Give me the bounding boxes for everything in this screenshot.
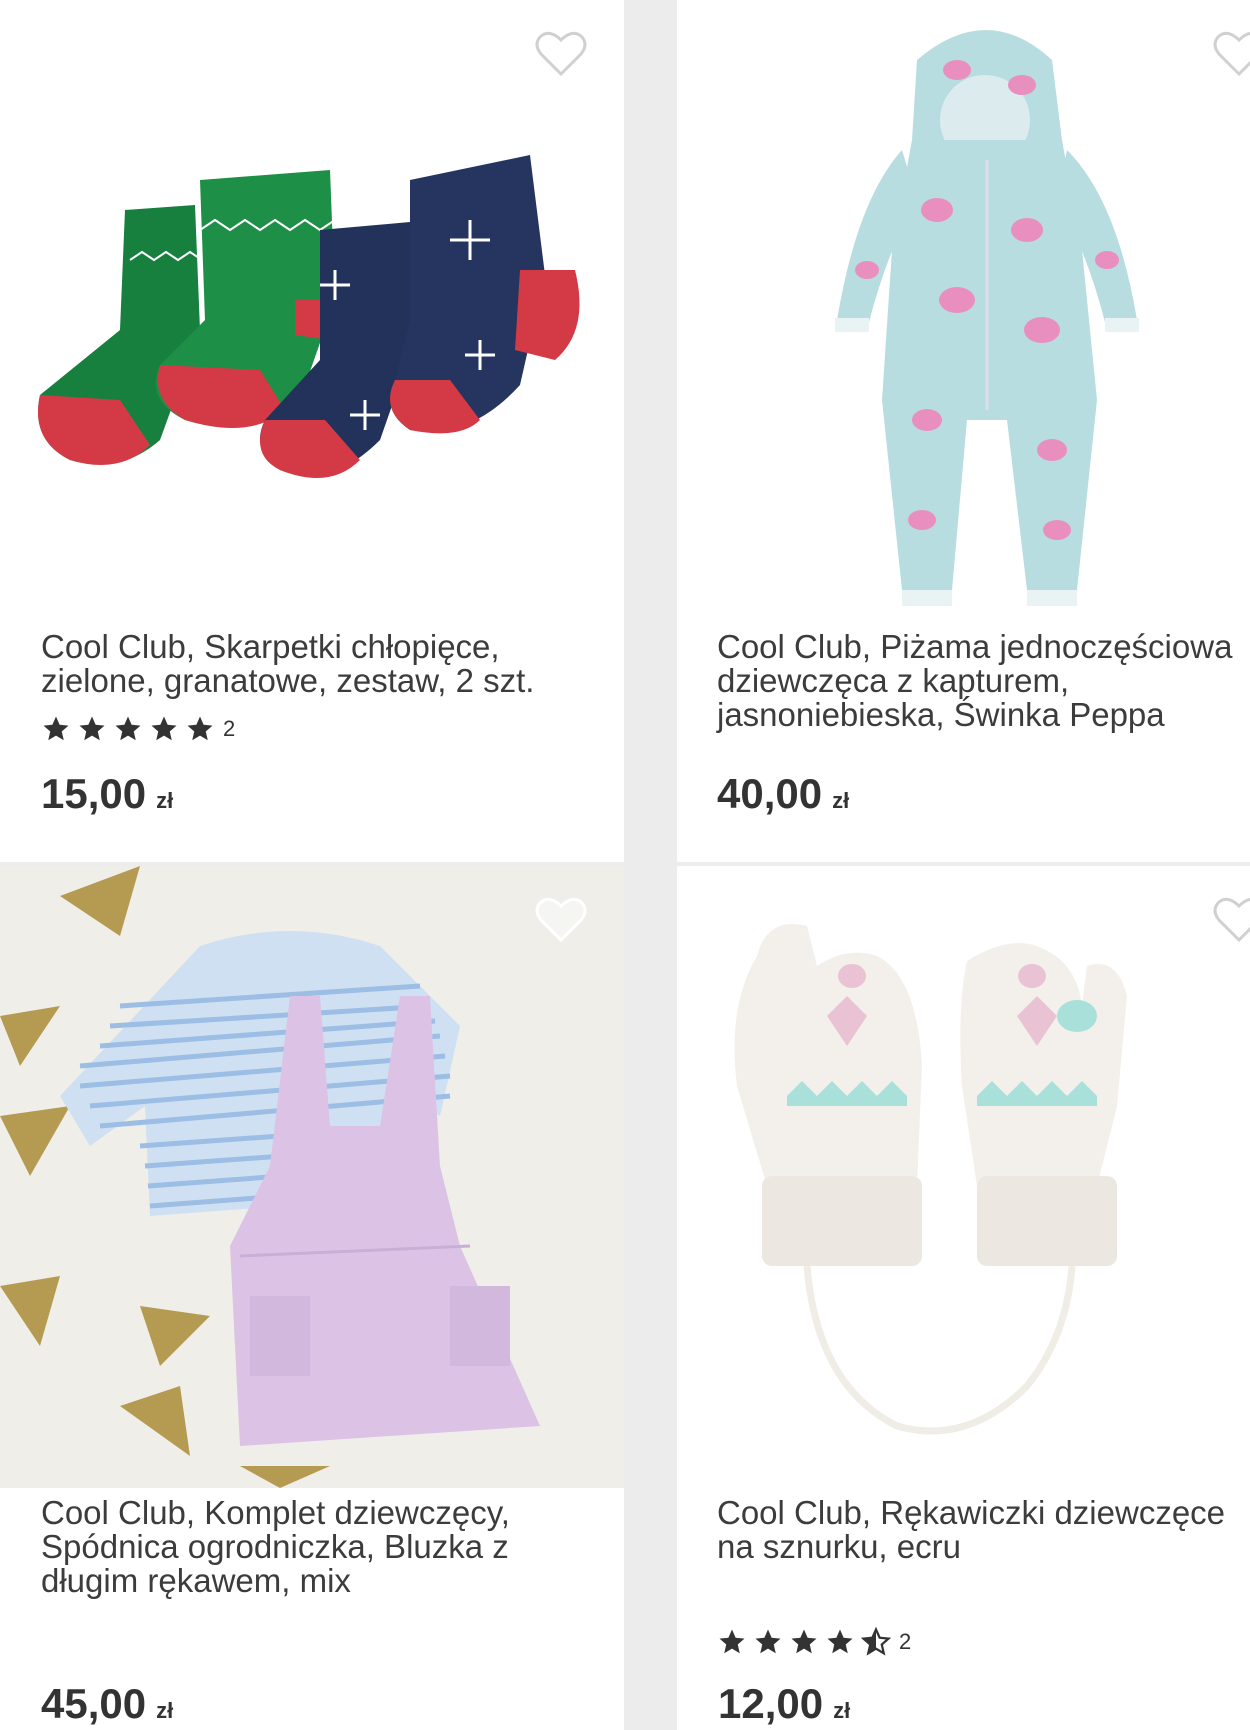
product-image-pajamas[interactable] xyxy=(677,0,1250,620)
star-icon xyxy=(755,1629,781,1654)
product-price: 40,00 zł xyxy=(717,770,849,818)
product-image-mittens[interactable] xyxy=(677,866,1250,1486)
product-price: 45,00 zł xyxy=(41,1680,173,1728)
product-rating: 2 xyxy=(41,713,235,745)
price-value: 12,00 xyxy=(718,1680,824,1727)
product-rating: 2 xyxy=(717,1626,911,1658)
star-icon xyxy=(43,716,69,741)
star-icon xyxy=(187,716,213,741)
product-image-socks[interactable] xyxy=(0,0,624,620)
star-icon xyxy=(79,716,105,741)
product-title[interactable]: Cool Club, Komplet dziewczęcy, Spódnica … xyxy=(41,1496,601,1598)
star-icon xyxy=(827,1629,853,1654)
favorite-heart-icon[interactable] xyxy=(535,30,587,78)
price-value: 40,00 xyxy=(717,770,823,817)
star-icon xyxy=(791,1629,817,1654)
price-currency: zł xyxy=(156,788,174,813)
product-card-mittens[interactable]: Cool Club, Rękawiczki dziewczęce na sznu… xyxy=(677,866,1250,1730)
product-price: 12,00 zł xyxy=(718,1680,850,1728)
product-card-socks[interactable]: Cool Club, Skarpetki chłopięce, zielone,… xyxy=(0,0,624,862)
price-currency: zł xyxy=(832,788,850,813)
rating-count: 2 xyxy=(223,716,236,741)
price-value: 45,00 xyxy=(41,1680,147,1727)
favorite-heart-icon[interactable] xyxy=(1213,896,1250,944)
product-price: 15,00 zł xyxy=(41,770,173,818)
star-icon xyxy=(151,716,177,741)
rating-count: 2 xyxy=(899,1629,912,1654)
price-currency: zł xyxy=(833,1698,851,1723)
price-value: 15,00 xyxy=(41,770,147,817)
star-icon xyxy=(115,716,141,741)
favorite-heart-icon[interactable] xyxy=(1213,30,1250,78)
product-title[interactable]: Cool Club, Rękawiczki dziewczęce na sznu… xyxy=(717,1496,1250,1564)
product-title[interactable]: Cool Club, Piżama jednoczęściowa dziewcz… xyxy=(717,630,1250,732)
product-image-dress-set[interactable] xyxy=(0,866,624,1488)
favorite-heart-icon[interactable] xyxy=(535,896,587,944)
price-currency: zł xyxy=(156,1698,174,1723)
star-icon xyxy=(719,1629,745,1654)
product-title[interactable]: Cool Club, Skarpetki chłopięce, zielone,… xyxy=(41,630,601,698)
product-card-dress-set[interactable]: Cool Club, Komplet dziewczęcy, Spódnica … xyxy=(0,866,624,1730)
product-card-pajamas[interactable]: Cool Club, Piżama jednoczęściowa dziewcz… xyxy=(677,0,1250,862)
star-half-icon xyxy=(861,1627,891,1656)
